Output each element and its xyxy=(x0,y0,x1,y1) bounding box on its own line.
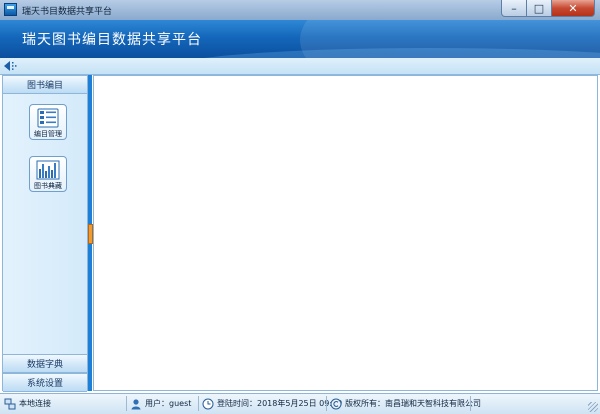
window-titlebar[interactable]: 瑞天书目数据共享平台 – □ ✕ xyxy=(0,0,600,21)
status-separator xyxy=(198,396,199,411)
catalog-manage-icon xyxy=(37,108,59,128)
status-user: 用户：guest xyxy=(130,396,191,411)
book-collection-button[interactable]: 图书典藏 xyxy=(29,156,67,192)
catalog-manage-button[interactable]: 编目管理 xyxy=(29,104,67,140)
app-banner: 瑞天图书编目数据共享平台 xyxy=(0,20,600,58)
section-book-cataloging[interactable]: 图书编目 xyxy=(3,76,87,94)
collapse-sidebar-icon[interactable] xyxy=(4,61,18,71)
window-controls: – □ ✕ xyxy=(501,0,595,18)
copyright-icon xyxy=(330,398,342,409)
catalog-manage-label: 编目管理 xyxy=(34,130,62,138)
copyright-text: 版权所有：南昌瑞和天智科技有限公司 xyxy=(345,399,481,408)
window-title: 瑞天书目数据共享平台 xyxy=(22,7,113,17)
book-collection-label: 图书典藏 xyxy=(34,182,62,190)
main-content-area xyxy=(93,75,598,391)
resize-grip[interactable] xyxy=(588,402,598,412)
status-bar: 本地连接 用户：guest 登陆时间：2018年5月25日 09:20 版权所有… xyxy=(0,393,600,414)
connection-text: 本地连接 xyxy=(19,399,51,408)
book-collection-icon xyxy=(36,160,60,180)
status-separator xyxy=(126,396,127,411)
status-login-time: 登陆时间：2018年5月25日 09:20 xyxy=(202,396,342,411)
banner-title: 瑞天图书编目数据共享平台 xyxy=(22,32,202,48)
clock-icon xyxy=(202,398,214,409)
login-time-text: 登陆时间：2018年5月25日 09:20 xyxy=(217,399,343,408)
user-text: 用户：guest xyxy=(145,399,192,408)
section-system-settings[interactable]: 系统设置 xyxy=(3,373,87,392)
app-icon xyxy=(4,3,17,16)
close-button[interactable]: ✕ xyxy=(552,0,595,17)
user-icon xyxy=(131,398,141,409)
status-connection: 本地连接 xyxy=(4,396,51,411)
minimize-button[interactable]: – xyxy=(501,0,527,17)
toolbar-strip xyxy=(0,58,600,75)
status-copyright: 版权所有：南昌瑞和天智科技有限公司 xyxy=(330,396,481,411)
network-connection-icon xyxy=(4,398,16,409)
section-data-dictionary[interactable]: 数据字典 xyxy=(3,354,87,373)
maximize-button[interactable]: □ xyxy=(527,0,552,17)
status-separator xyxy=(326,396,327,411)
status-separator xyxy=(470,396,471,411)
sidebar: 图书编目 编目管理 图书典藏 数据字典 系统设置 xyxy=(2,75,88,392)
